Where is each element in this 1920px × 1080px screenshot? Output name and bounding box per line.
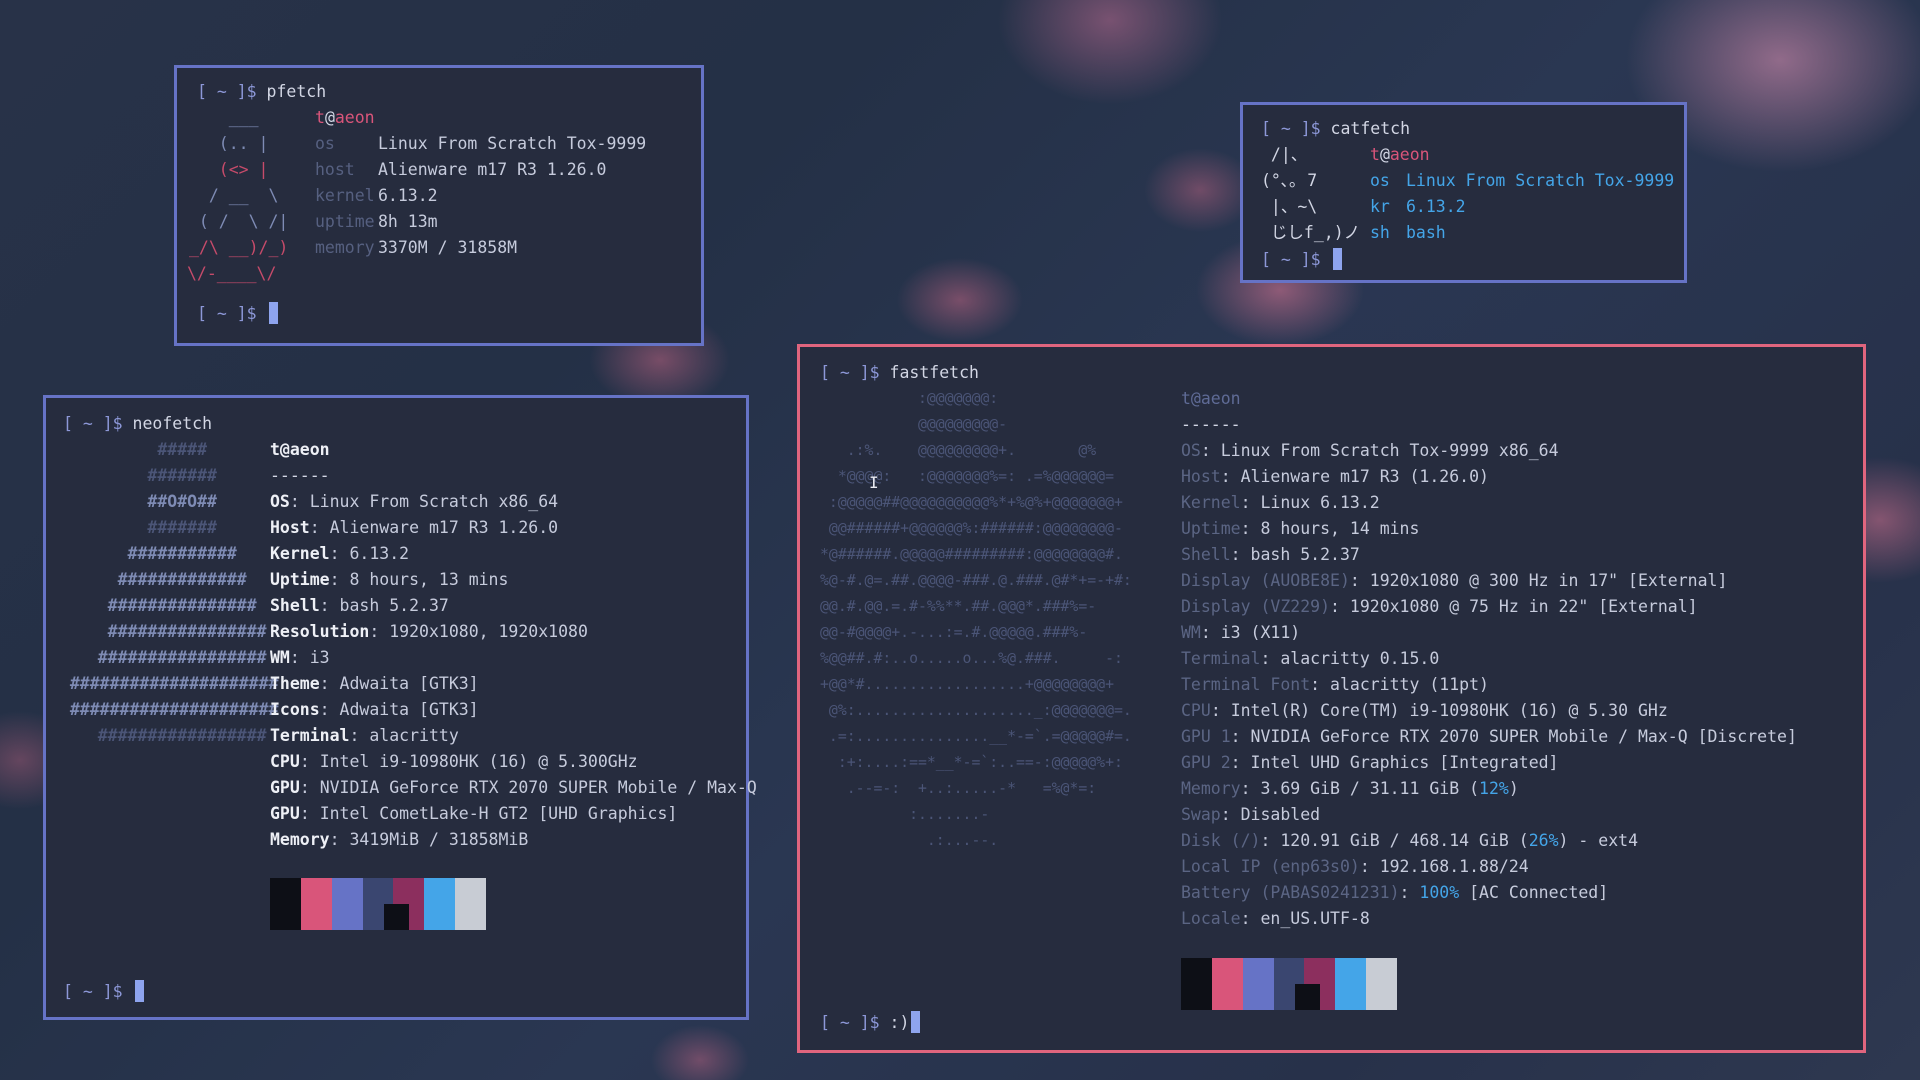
palette-swatch: [300, 878, 332, 930]
prompt-line: [ ~ ]$ pfetch: [197, 81, 326, 102]
info-value: 8h 13m: [378, 212, 438, 231]
prompt-line[interactable]: [ ~ ]$: [197, 302, 278, 324]
neofetch-terminal-window[interactable]: [ ~ ]$ neofetch ##### ####### ##O#O## ##…: [43, 395, 757, 1020]
text-cursor: [1332, 248, 1342, 270]
prompt-line[interactable]: [ ~ ]$ :): [820, 1011, 921, 1033]
prompt-line: [ ~ ]$ neofetch: [63, 414, 213, 433]
palette-swatch: [1366, 958, 1398, 1010]
text-cursor: [134, 980, 144, 1002]
info-key: os: [1370, 171, 1390, 190]
palette-swatch: [455, 878, 487, 930]
info-value: 3370M / 31858M: [378, 238, 518, 257]
ascii-line: (.. |: [189, 134, 269, 153]
ascii-line: /|、: [1261, 145, 1308, 164]
palette-swatch: [1211, 958, 1243, 1010]
command-text: pfetch: [266, 82, 327, 101]
prompt-line: [ ~ ]$ catfetch: [1261, 119, 1411, 138]
color-palette: [270, 878, 487, 930]
ascii-line: |、~\: [1261, 197, 1318, 216]
separator: ------: [270, 466, 330, 485]
palette-swatch: [1335, 958, 1367, 1010]
prompt: [ ~ ]$: [197, 82, 257, 101]
info-key: kr: [1370, 197, 1390, 216]
typed-input: :): [889, 1013, 910, 1032]
palette-swatch: [331, 878, 363, 930]
prompt-line[interactable]: [ ~ ]$: [63, 980, 144, 1002]
info-value: Linux From Scratch Tox-9999: [378, 134, 647, 153]
mouse-ibeam-icon: I: [869, 473, 879, 492]
ascii-line: _/\ __)/_): [189, 238, 289, 257]
ascii-line: / __ \: [189, 186, 279, 205]
color-palette: [1181, 958, 1398, 1010]
palette-swatch: [424, 878, 456, 930]
info-key: kernel: [315, 186, 375, 205]
ascii-line: じしf_,)ノ: [1261, 223, 1361, 242]
fastfetch-terminal-window[interactable]: [ ~ ]$ fastfetch :@@@@@@@: @@@@@@@@@- .:…: [797, 344, 1866, 1053]
palette-swatch: [270, 878, 301, 930]
ascii-line: ( / \ /|: [189, 212, 289, 231]
info-key: host: [315, 160, 355, 179]
prompt-line[interactable]: [ ~ ]$: [1261, 248, 1342, 270]
info-key: uptime: [315, 212, 375, 231]
palette-swatch: [1181, 958, 1212, 1010]
ascii-line: ___: [189, 108, 259, 127]
user-host: t@aeon: [270, 440, 330, 459]
info-value: 6.13.2: [378, 186, 438, 205]
ascii-line: (<> |: [189, 160, 269, 179]
palette-swatch: [1242, 958, 1274, 1010]
pfetch-terminal-window[interactable]: [ ~ ]$ pfetch ___ (.. | (<> | / __ \ ( /…: [174, 65, 704, 346]
info-value: Alienware m17 R3 1.26.0: [378, 160, 607, 179]
user-host: t@aeon: [1370, 145, 1430, 164]
info-value: Linux From Scratch Tox-9999: [1406, 171, 1675, 190]
text-cursor: [911, 1011, 921, 1033]
info-key: memory: [315, 238, 375, 257]
info-value: 6.13.2: [1406, 197, 1466, 216]
info-key: sh: [1370, 223, 1390, 242]
info-key: os: [315, 134, 335, 153]
separator: ------: [1181, 415, 1241, 434]
user-host: t@aeon: [315, 108, 375, 127]
info-value: bash: [1406, 223, 1446, 242]
ascii-line: (°､｡ 7: [1261, 171, 1318, 190]
prompt-line: [ ~ ]$ fastfetch: [820, 363, 979, 382]
catfetch-terminal-window[interactable]: [ ~ ]$ catfetch /|、 (°､｡ 7 |、~\ じしf_,)ノ …: [1240, 102, 1687, 283]
text-cursor: [268, 302, 278, 324]
palette-notch: [384, 904, 410, 930]
ascii-line: \/-____\/: [187, 264, 277, 283]
user-host: t@aeon: [1181, 389, 1241, 408]
palette-notch: [1295, 984, 1321, 1010]
